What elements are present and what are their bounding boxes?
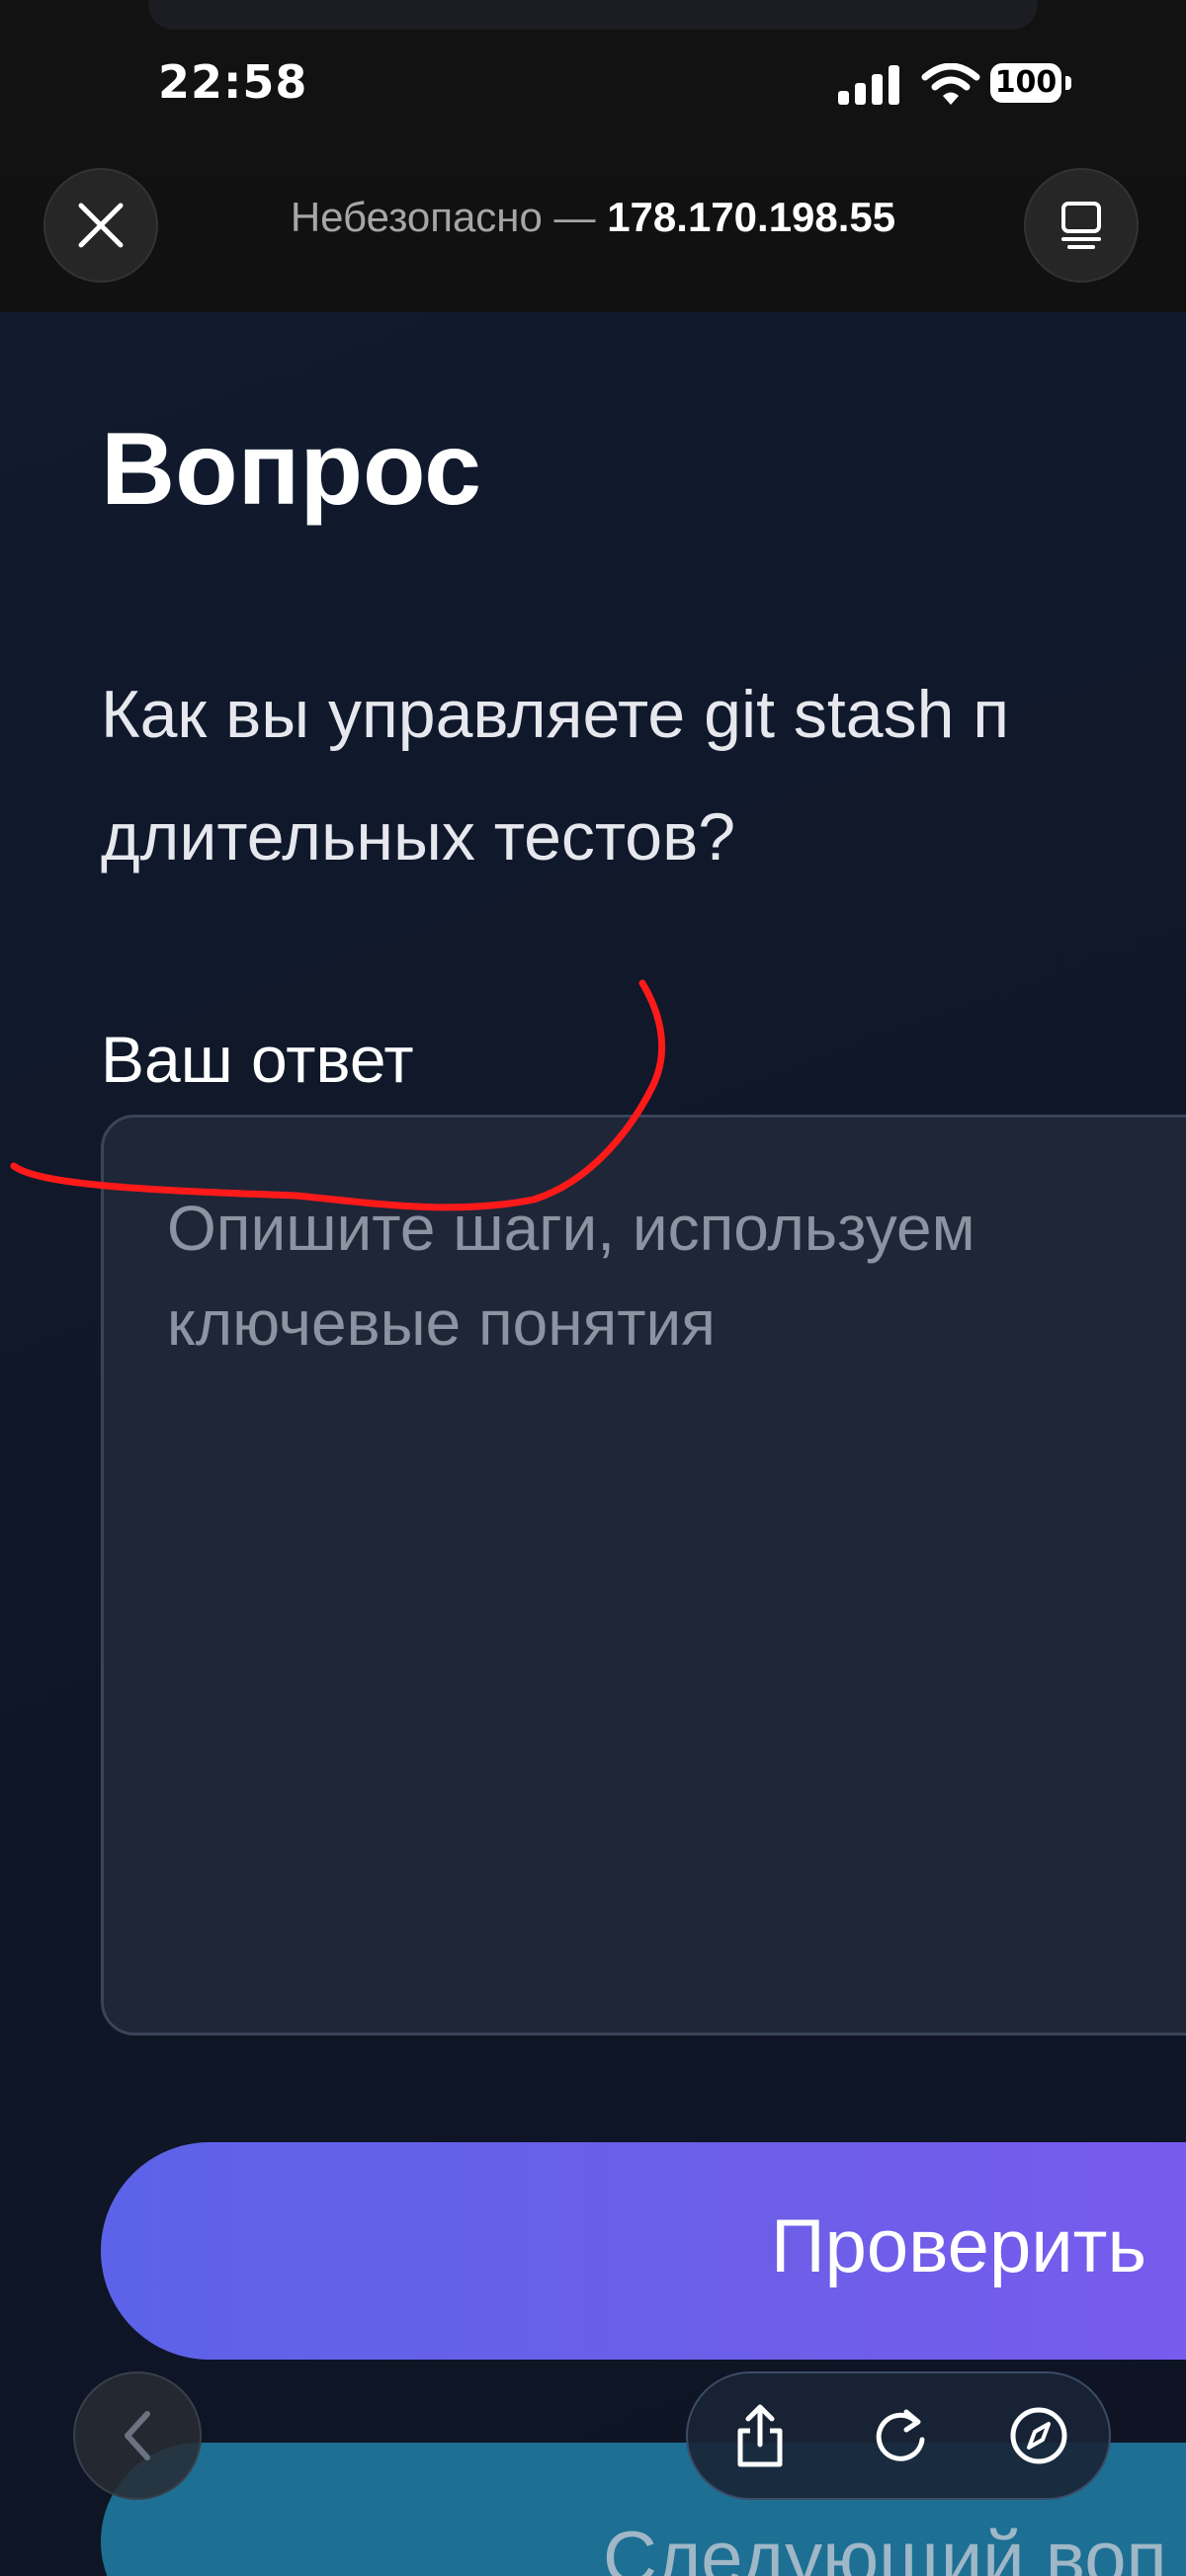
check-button[interactable]: Проверить xyxy=(101,2142,1186,2360)
browser-url-bar: Небезопасно — 178.170.198.55 xyxy=(0,168,1186,312)
status-bar-top-edge xyxy=(148,0,1038,30)
browser-toolbar xyxy=(686,2371,1111,2500)
url-security-warning: Небезопасно — xyxy=(290,194,608,240)
question-text: Как вы управляете git stash п длительных… xyxy=(101,677,1010,874)
back-button[interactable] xyxy=(73,2371,202,2500)
battery-icon: 100 xyxy=(990,63,1071,103)
check-button-label: Проверить xyxy=(771,2204,1147,2288)
page-content: Вопрос Как вы управляете git stash п дли… xyxy=(0,312,1186,2576)
page-title: Вопрос xyxy=(101,412,481,527)
next-question-label: Следующий воп xyxy=(603,2517,1167,2576)
share-icon xyxy=(737,2404,783,2467)
share-button[interactable] xyxy=(725,2401,795,2470)
answer-label: Ваш ответ xyxy=(101,1023,414,1096)
reload-icon xyxy=(876,2409,925,2461)
battery-level: 100 xyxy=(990,63,1061,103)
compass-button[interactable] xyxy=(1004,2401,1073,2470)
compass-icon xyxy=(1010,2407,1067,2464)
wifi-icon xyxy=(921,63,980,105)
status-time: 22:58 xyxy=(158,55,308,109)
tabs-button[interactable] xyxy=(1024,168,1139,283)
url-host: 178.170.198.55 xyxy=(607,194,896,240)
answer-textarea[interactable] xyxy=(165,1179,1186,1973)
status-bar: 22:58 100 xyxy=(0,0,1186,176)
reload-button[interactable] xyxy=(866,2401,935,2470)
signal-icon xyxy=(838,61,903,105)
tabs-icon xyxy=(1061,202,1101,249)
back-arrow-icon xyxy=(125,2411,150,2460)
answer-field-container xyxy=(101,1115,1186,2036)
url-address[interactable]: Небезопасно — 178.170.198.55 xyxy=(0,194,1186,241)
